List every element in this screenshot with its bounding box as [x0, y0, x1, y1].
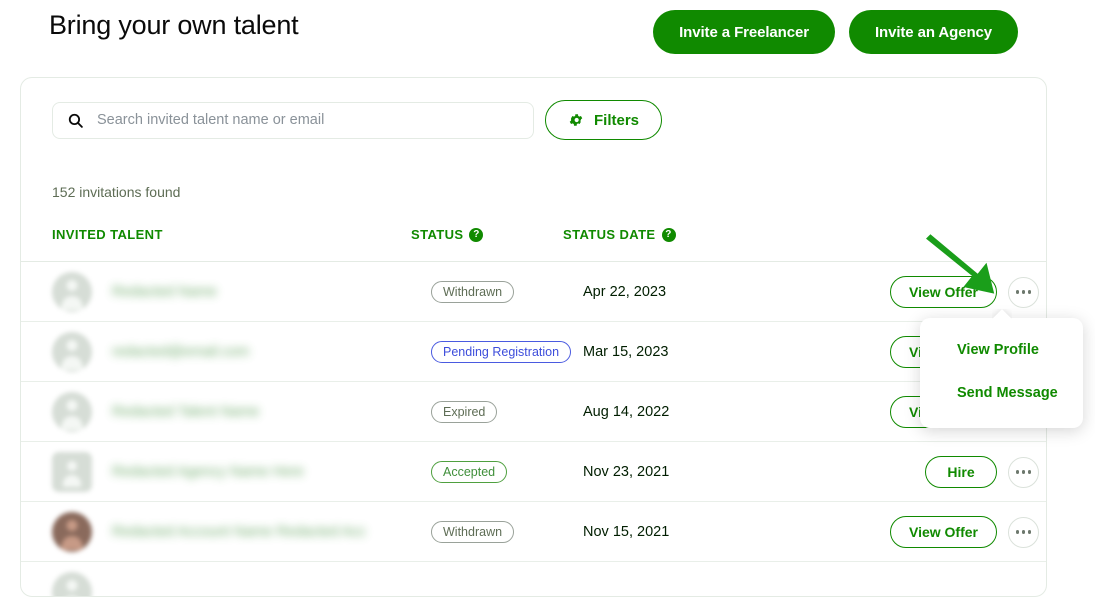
talent-name[interactable]: Redacted Talent Name [108, 404, 263, 420]
search-input[interactable] [97, 112, 517, 128]
user-photo-avatar [52, 512, 92, 552]
cell-invited-talent: Redacted Name [52, 262, 221, 322]
invite-agency-button[interactable]: Invite an Agency [849, 10, 1018, 54]
column-header-invited-talent: INVITED TALENT [52, 227, 163, 242]
talent-name[interactable]: Redacted Agency Name Here [108, 464, 308, 480]
help-icon[interactable]: ? [662, 228, 676, 242]
invitations-table: INVITED TALENT STATUS ? STATUS DATE ? Re… [21, 223, 1047, 597]
cell-invited-talent: Redacted Agency Name Here [52, 442, 308, 502]
search-and-filter-row: Filters [52, 100, 662, 140]
column-header-status-label: STATUS [411, 227, 463, 242]
search-box[interactable] [52, 102, 534, 139]
cell-status-date: Apr 22, 2023 [583, 262, 666, 322]
cell-status-date: Aug 14, 2022 [583, 382, 669, 442]
page-header: Bring your own talent Invite a Freelance… [0, 0, 1095, 77]
invitations-count: 152 invitations found [52, 184, 180, 200]
table-row[interactable]: Redacted Account Name Redacted Acc Withd… [21, 502, 1047, 562]
cell-invited-talent [52, 562, 92, 597]
person-placeholder-avatar [52, 392, 92, 432]
cell-status-date: Nov 23, 2021 [583, 442, 669, 502]
menu-item-send-message[interactable]: Send Message [957, 385, 1058, 401]
table-row[interactable]: redacted@email.com Pending Registration … [21, 322, 1047, 382]
more-options-popup-menu: View Profile Send Message [920, 318, 1083, 428]
view-offer-button[interactable]: View Offer [890, 276, 997, 308]
column-header-status-date-label: STATUS DATE [563, 227, 656, 242]
more-options-icon[interactable] [1008, 517, 1039, 548]
table-header-row: INVITED TALENT STATUS ? STATUS DATE ? [21, 223, 1047, 262]
table-row[interactable] [21, 562, 1047, 597]
cell-status: Pending Registration [431, 322, 571, 382]
cell-actions: View Offer [890, 502, 1039, 562]
person-placeholder-avatar [52, 272, 92, 312]
cell-status: Withdrawn [431, 502, 514, 562]
menu-item-view-profile[interactable]: View Profile [957, 342, 1039, 358]
cell-status: Accepted [431, 442, 507, 502]
status-badge: Accepted [431, 461, 507, 483]
column-header-invited-talent-label: INVITED TALENT [52, 227, 163, 242]
invitations-card: Filters 152 invitations found INVITED TA… [20, 77, 1047, 597]
table-row[interactable]: Redacted Name Withdrawn Apr 22, 2023 Vie… [21, 262, 1047, 322]
gear-icon [568, 112, 584, 128]
status-badge: Withdrawn [431, 521, 514, 543]
cell-invited-talent: Redacted Account Name Redacted Acc [52, 502, 370, 562]
cell-actions: View Offer [890, 262, 1039, 322]
more-options-icon[interactable] [1008, 277, 1039, 308]
help-icon[interactable]: ? [469, 228, 483, 242]
page-title: Bring your own talent [49, 10, 298, 41]
filters-button[interactable]: Filters [545, 100, 662, 140]
talent-name[interactable]: redacted@email.com [108, 344, 253, 360]
cell-actions: Hire [925, 442, 1039, 502]
cell-status-date: Nov 15, 2021 [583, 502, 669, 562]
person-placeholder-avatar [52, 572, 92, 597]
status-badge: Pending Registration [431, 341, 571, 363]
cell-status: Withdrawn [431, 262, 514, 322]
cell-invited-talent: redacted@email.com [52, 322, 253, 382]
column-header-status-date: STATUS DATE ? [563, 227, 676, 242]
agency-placeholder-avatar [52, 452, 92, 492]
column-header-status: STATUS ? [411, 227, 483, 242]
popup-caret-icon [992, 309, 1012, 319]
person-placeholder-avatar [52, 332, 92, 372]
status-badge: Withdrawn [431, 281, 514, 303]
cell-invited-talent: Redacted Talent Name [52, 382, 263, 442]
more-options-icon[interactable] [1008, 457, 1039, 488]
invite-freelancer-button[interactable]: Invite a Freelancer [653, 10, 835, 54]
hire-button[interactable]: Hire [925, 456, 997, 488]
table-row[interactable]: Redacted Agency Name Here Accepted Nov 2… [21, 442, 1047, 502]
cell-status-date: Mar 15, 2023 [583, 322, 668, 382]
header-actions: Invite a Freelancer Invite an Agency [653, 10, 1018, 54]
talent-name[interactable]: Redacted Name [108, 284, 221, 300]
filters-label: Filters [594, 112, 639, 129]
table-row[interactable]: Redacted Talent Name Expired Aug 14, 202… [21, 382, 1047, 442]
search-icon [66, 111, 84, 129]
view-offer-button[interactable]: View Offer [890, 516, 997, 548]
status-badge: Expired [431, 401, 497, 423]
cell-status: Expired [431, 382, 497, 442]
talent-name[interactable]: Redacted Account Name Redacted Acc [108, 524, 370, 540]
